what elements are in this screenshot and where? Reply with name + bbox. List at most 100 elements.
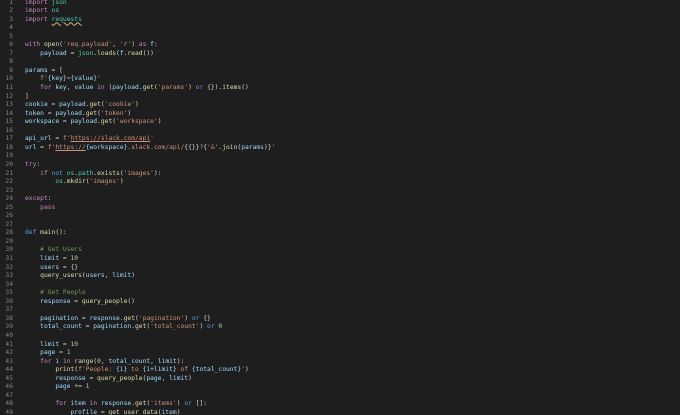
code-line[interactable]: 34: [0, 281, 680, 290]
code-token: ,: [150, 357, 158, 365]
code-token: limit: [112, 272, 132, 280]
code-line[interactable]: 40: [0, 332, 680, 341]
code-token: total_count: [25, 323, 86, 331]
code-line[interactable]: 2 import os: [0, 7, 680, 16]
code-line[interactable]: 17 api_url = f'https://slack.com/api': [0, 135, 680, 144]
code-line[interactable]: 11 for key, value in (payload.get('param…: [0, 84, 680, 93]
line-code: def main():: [25, 229, 67, 238]
code-token: =: [89, 374, 98, 382]
code-line[interactable]: 46 page += 1: [0, 383, 680, 392]
code-line[interactable]: 45 response = query_people(page, limit): [0, 375, 680, 384]
line-code: print(f'People: {i} to {i+limit} of {tot…: [25, 366, 248, 375]
code-token: payload: [70, 118, 98, 126]
line-number: 33: [5, 272, 13, 280]
code-line[interactable]: 16: [0, 127, 680, 136]
code-token: users: [25, 263, 63, 271]
code-line[interactable]: 19: [0, 152, 680, 161]
line-code: query_users(users, limit): [25, 272, 135, 281]
code-token: i: [55, 357, 63, 365]
code-line[interactable]: 3 import requests: [0, 16, 680, 25]
code-token: try: [25, 160, 37, 168]
code-line[interactable]: 31 limit = 10: [0, 255, 680, 264]
code-line[interactable]: 29: [0, 238, 680, 247]
line-code: with open('req.payload', 'r') as f:: [25, 41, 158, 50]
code-editor[interactable]: 1 import json 2 import os 3 import requests 4 5…: [0, 0, 680, 415]
code-token: =: [55, 135, 63, 143]
line-number: 38: [5, 314, 13, 322]
code-line[interactable]: 15 workspace = payload.get('workspace'): [0, 118, 680, 127]
code-token: mkdir: [66, 178, 86, 186]
code-token: or: [195, 84, 208, 91]
code-line[interactable]: 28 def main():: [0, 229, 680, 238]
line-number: 1: [9, 0, 13, 6]
code-line[interactable]: 14 token = payload.get('token'): [0, 110, 680, 119]
code-line[interactable]: 38 pagination = response.get('pagination…: [0, 315, 680, 324]
code-line[interactable]: 42 page = 1: [0, 349, 680, 358]
code-token: loads: [97, 49, 117, 57]
code-line[interactable]: 47: [0, 392, 680, 401]
code-token: import: [25, 15, 52, 23]
code-token: ): [199, 323, 208, 331]
code-line[interactable]: 4: [0, 24, 680, 33]
code-line[interactable]: 21 if not os.path.exists('images'):: [0, 170, 680, 179]
line-number: 44: [5, 366, 13, 374]
line-code: total_count = pagination.get('total_coun…: [25, 323, 222, 332]
code-line[interactable]: 27: [0, 221, 680, 230]
code-token: get: [89, 101, 101, 109]
code-token: {i}: [116, 366, 128, 374]
code-line[interactable]: 9 params = [: [0, 67, 680, 76]
code-line[interactable]: 13 cookie = payload.get('cookie'): [0, 101, 680, 110]
code-line[interactable]: 8: [0, 58, 680, 67]
code-token: payload: [112, 84, 139, 91]
code-line[interactable]: 26: [0, 212, 680, 221]
code-line[interactable]: 5: [0, 33, 680, 42]
code-line[interactable]: 33 query_users(users, limit): [0, 272, 680, 281]
code-token: ): [127, 109, 132, 117]
line-number: 35: [5, 289, 13, 297]
code-line[interactable]: 20 try:: [0, 161, 680, 170]
code-line[interactable]: 37: [0, 306, 680, 315]
code-line[interactable]: 25 pass: [0, 204, 680, 213]
code-line[interactable]: 7 payload = json.loads(f.read()): [0, 50, 680, 59]
code-line[interactable]: 10 f'{key}={value}': [0, 75, 680, 84]
line-number: 48: [5, 400, 13, 408]
code-token: ): [119, 178, 124, 186]
code-token: {workspace}: [85, 143, 128, 151]
line-number: 12: [5, 92, 13, 100]
line-code: workspace = payload.get('workspace'): [25, 118, 162, 127]
code-line[interactable]: 6 with open('req.payload', 'r') as f:: [0, 41, 680, 50]
code-line[interactable]: 18 url = f'https://{workspace}.slack.com/…: [0, 144, 680, 153]
code-line[interactable]: 48 for item in response.get('items') or …: [0, 400, 680, 409]
line-code: ]: [25, 93, 29, 102]
code-token: ): [135, 101, 139, 109]
code-line[interactable]: 1 import json: [0, 0, 680, 7]
code-line[interactable]: 43 for i in range(0, total_count, limit)…: [0, 358, 680, 367]
line-number: 31: [5, 255, 13, 262]
code-line[interactable]: 32 users = {}: [0, 264, 680, 273]
code-line[interactable]: 35 # Get People: [0, 289, 680, 298]
line-number: 30: [5, 246, 13, 254]
code-line[interactable]: 41 limit = 10: [0, 341, 680, 350]
code-line[interactable]: 24 except:: [0, 195, 680, 204]
code-token: total_count: [108, 357, 151, 365]
code-token: params: [25, 66, 52, 74]
code-token: :: [36, 160, 41, 168]
code-line[interactable]: 49 profile = get_user_data(item): [0, 409, 680, 415]
code-token: =: [62, 340, 71, 348]
code-line[interactable]: 36 response = query_people(): [0, 298, 680, 307]
line-code: import json: [25, 0, 67, 7]
line-code: limit = 10: [25, 341, 78, 350]
code-token: open: [43, 41, 60, 49]
code-line[interactable]: 44 print(f'People: {i} to {i+limit} of {…: [0, 366, 680, 375]
code-token: 'cookie': [104, 101, 135, 109]
code-line[interactable]: 23: [0, 187, 680, 196]
code-token: :: [47, 195, 52, 203]
code-line[interactable]: 22 os.mkdir('images'): [0, 178, 680, 187]
code-token: ): [188, 84, 196, 91]
code-line[interactable]: 12]: [0, 93, 680, 102]
line-number: 28: [5, 229, 13, 237]
code-token: get: [100, 118, 113, 126]
code-line[interactable]: 39 total_count = pagination.get('total_c…: [0, 323, 680, 332]
code-line[interactable]: 30 # Get Users: [0, 246, 680, 255]
line-code: try:: [25, 161, 40, 170]
